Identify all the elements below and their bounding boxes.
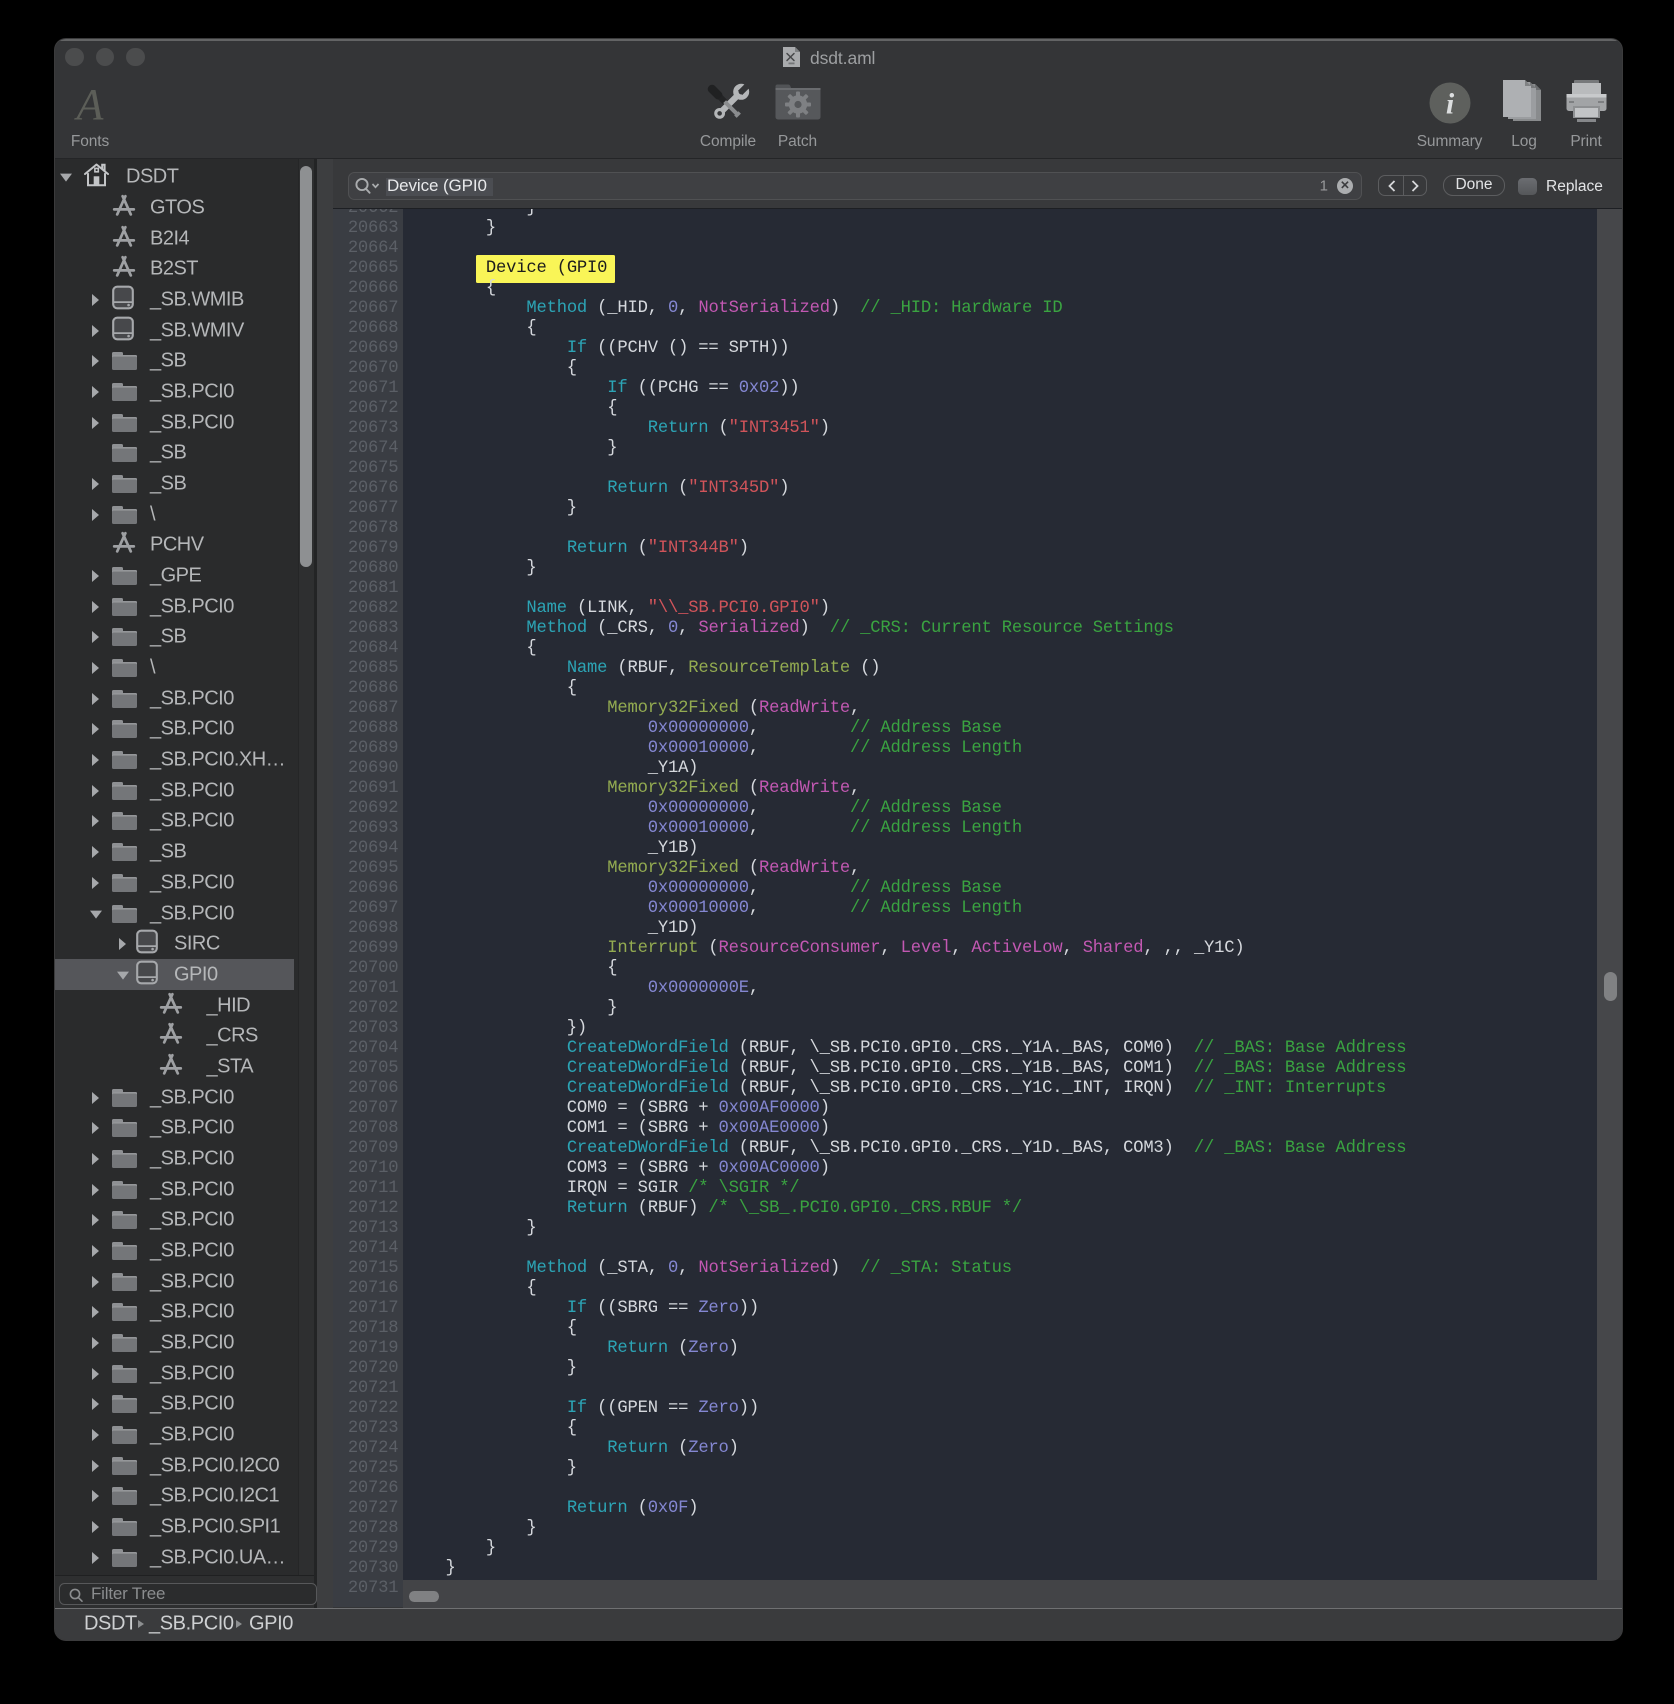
svg-text:A: A — [74, 86, 105, 123]
svg-text:i: i — [1445, 88, 1454, 121]
